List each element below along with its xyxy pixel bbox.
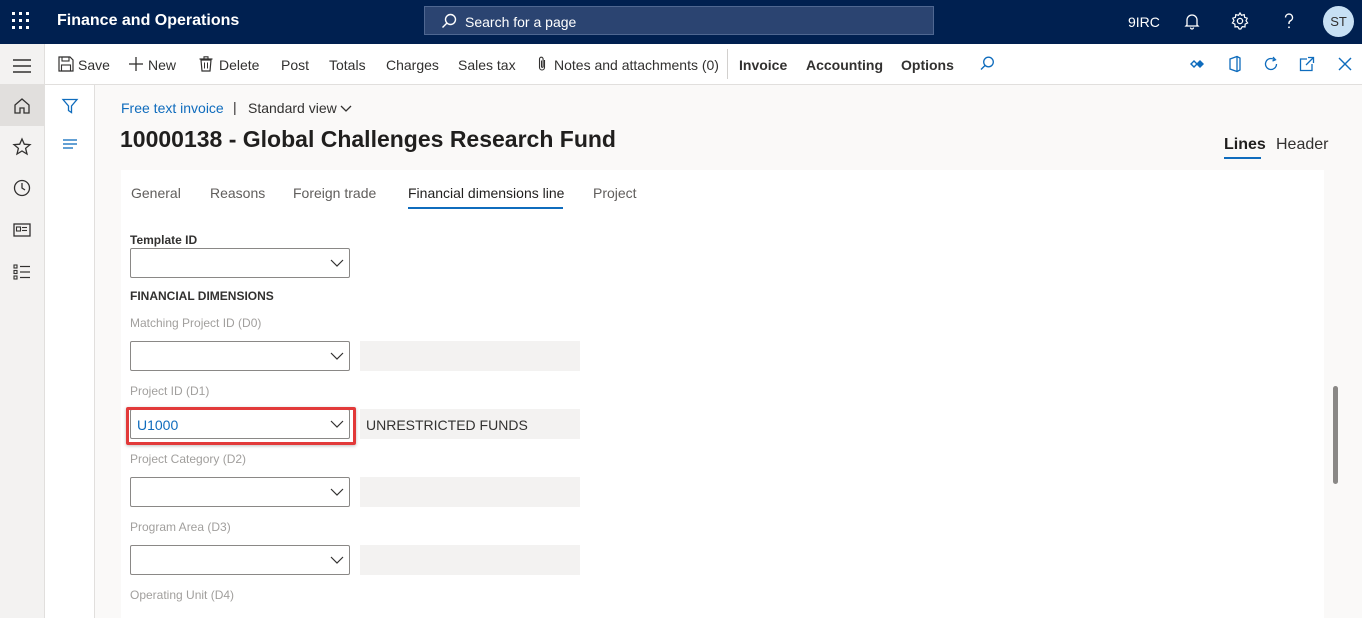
dimension-label-d3: Program Area (D3) <box>130 520 231 534</box>
tab-financial-dimensions-line[interactable]: Financial dimensions line <box>408 185 564 201</box>
breadcrumb-separator: | <box>233 99 237 115</box>
chevron-down-icon[interactable] <box>340 103 352 113</box>
power-apps-icon[interactable] <box>1188 55 1206 73</box>
delete-button[interactable]: Delete <box>219 57 259 73</box>
dimension-description-d1: UNRESTRICTED FUNDS <box>360 409 580 439</box>
recent-clock-icon[interactable] <box>11 177 33 199</box>
accounting-tab[interactable]: Accounting <box>806 57 883 73</box>
view-selector[interactable]: Standard view <box>248 100 337 116</box>
favorites-star-icon[interactable] <box>11 136 33 158</box>
delete-trash-icon <box>199 56 213 72</box>
list-lines-icon[interactable] <box>61 137 79 151</box>
company-picker[interactable]: 9IRC <box>1128 14 1160 30</box>
save-icon <box>58 56 74 72</box>
post-button[interactable]: Post <box>281 57 309 73</box>
new-button[interactable]: New <box>148 57 176 73</box>
dimension-label-d0: Matching Project ID (D0) <box>130 316 262 330</box>
charges-button[interactable]: Charges <box>386 57 439 73</box>
office-icon[interactable] <box>1226 55 1244 73</box>
workspaces-icon[interactable] <box>11 219 33 241</box>
bell-icon[interactable] <box>1182 11 1202 31</box>
app-title[interactable]: Finance and Operations <box>57 12 239 30</box>
scrollbar-thumb[interactable] <box>1333 386 1338 484</box>
page-title: 10000138 - Global Challenges Research Fu… <box>120 126 616 152</box>
save-button[interactable]: Save <box>78 57 110 73</box>
chevron-down-icon[interactable] <box>330 258 344 268</box>
hamburger-menu-icon[interactable] <box>11 55 33 77</box>
refresh-icon[interactable] <box>1262 55 1280 73</box>
action-search-icon[interactable] <box>978 55 996 73</box>
dimension-combo-d3[interactable] <box>130 545 350 575</box>
tab-header[interactable]: Header <box>1276 136 1328 154</box>
template-id-label: Template ID <box>130 233 198 247</box>
chevron-down-icon[interactable] <box>330 487 344 497</box>
chevron-down-icon[interactable] <box>330 555 344 565</box>
search-bar[interactable]: Search for a page <box>424 6 934 35</box>
app-launcher-icon[interactable] <box>12 12 30 30</box>
totals-button[interactable]: Totals <box>329 57 366 73</box>
financial-dimensions-header: FINANCIAL DIMENSIONS <box>130 289 274 303</box>
avatar[interactable]: ST <box>1323 6 1354 37</box>
dimension-label-d2: Project Category (D2) <box>130 452 247 466</box>
top-bar: Finance and Operations Search for a page… <box>0 0 1362 44</box>
template-id-combo[interactable] <box>130 248 350 278</box>
dimension-label-d4: Operating Unit (D4) <box>130 588 235 602</box>
gear-icon[interactable] <box>1230 11 1250 31</box>
search-placeholder: Search for a page <box>465 14 577 30</box>
navigation-pane <box>0 44 45 618</box>
options-tab[interactable]: Options <box>901 57 954 73</box>
invoice-tab[interactable]: Invoice <box>739 57 787 73</box>
tab-project[interactable]: Project <box>593 185 637 201</box>
paperclip-icon <box>538 56 546 71</box>
tab-reasons[interactable]: Reasons <box>210 185 265 201</box>
chevron-down-icon[interactable] <box>330 351 344 361</box>
active-tab-indicator <box>408 207 563 209</box>
search-icon <box>442 13 457 28</box>
action-pane: Save New Delete Post Totals Charges Sale… <box>45 44 1362 85</box>
action-pane-divider <box>727 49 728 79</box>
filter-funnel-icon[interactable] <box>61 97 79 115</box>
dimension-description-d0 <box>360 341 580 371</box>
tab-foreign-trade[interactable]: Foreign trade <box>293 185 376 201</box>
home-icon[interactable] <box>11 95 33 117</box>
dimension-description-d2 <box>360 477 580 507</box>
tab-general[interactable]: General <box>131 185 181 201</box>
tab-lines-indicator <box>1224 157 1261 159</box>
close-icon[interactable] <box>1336 55 1354 73</box>
breadcrumb-link[interactable]: Free text invoice <box>121 100 224 116</box>
highlight-annotation <box>126 407 356 445</box>
sales-tax-button[interactable]: Sales tax <box>458 57 516 73</box>
dimension-description-d3 <box>360 545 580 575</box>
dimension-combo-d2[interactable] <box>130 477 350 507</box>
open-new-window-icon[interactable] <box>1298 55 1316 73</box>
dimension-label-d1: Project ID (D1) <box>130 384 210 398</box>
dimension-combo-d0[interactable] <box>130 341 350 371</box>
help-icon[interactable] <box>1279 11 1299 31</box>
dimension-description-text-d1: UNRESTRICTED FUNDS <box>366 417 528 433</box>
notes-attachments-button[interactable]: Notes and attachments (0) <box>554 57 719 73</box>
filter-pane <box>45 85 95 618</box>
new-plus-icon <box>129 57 143 71</box>
modules-list-icon[interactable] <box>11 261 33 283</box>
tab-lines[interactable]: Lines <box>1224 136 1266 154</box>
